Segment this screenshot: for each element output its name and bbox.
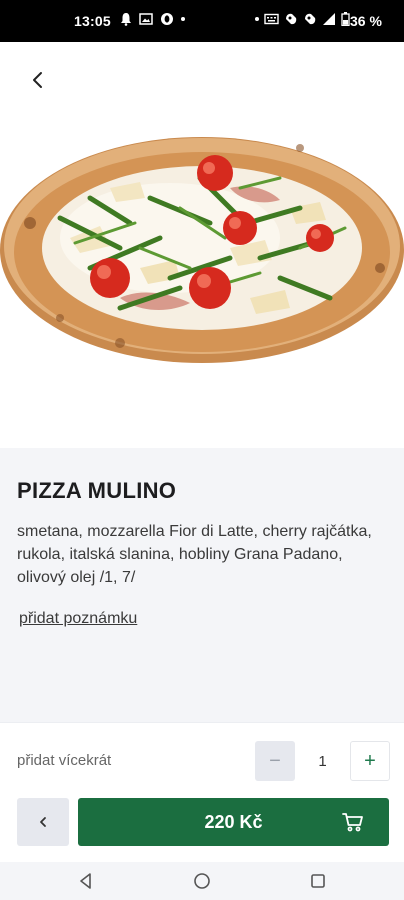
- circle-o-icon: [161, 13, 173, 25]
- battery-percentage: 36 %: [350, 13, 382, 29]
- image-icon: [139, 13, 153, 25]
- quantity-value: 1: [318, 752, 327, 770]
- back-triangle-icon[interactable]: [76, 871, 96, 891]
- add-note-link[interactable]: přidat poznámku: [19, 610, 137, 628]
- product-description: smetana, mozzarella Fior di Latte, cherr…: [17, 523, 372, 586]
- add-multiple-label: přidat vícekrát: [17, 752, 112, 769]
- home-circle-icon[interactable]: [192, 871, 212, 891]
- pizza-photo: [0, 137, 404, 363]
- dot-icon: [181, 17, 185, 21]
- status-bar: 13:05 36 %: [0, 0, 404, 42]
- system-navigation-bar: [0, 862, 404, 900]
- product-image-area: [0, 42, 404, 448]
- plus-icon: +: [364, 749, 376, 772]
- chevron-left-icon: [40, 817, 46, 827]
- battery-icon: [341, 12, 350, 26]
- status-time: 13:05: [74, 13, 111, 29]
- notification-bell-icon: [121, 13, 131, 26]
- minus-icon: −: [269, 749, 281, 772]
- dot-icon: [255, 17, 259, 21]
- app-icon: [305, 13, 316, 25]
- add-to-cart-price: 220 Kč: [204, 811, 263, 832]
- status-icons-left: [120, 12, 185, 26]
- recents-square-icon[interactable]: [308, 871, 328, 891]
- add-to-cart-button[interactable]: 220 Kč: [78, 798, 389, 846]
- chevron-left-icon[interactable]: [24, 66, 52, 94]
- product-title: PIZZA MULINO: [17, 478, 177, 503]
- back-button[interactable]: [17, 798, 69, 846]
- status-icons-right: [255, 12, 350, 26]
- keyboard-icon: [264, 13, 279, 25]
- quantity-decrease-button[interactable]: −: [255, 741, 295, 781]
- cart-icon: [342, 813, 363, 832]
- signal-icon: [323, 13, 335, 25]
- quantity-increase-button[interactable]: +: [350, 741, 390, 781]
- app-icon: [286, 13, 297, 25]
- bottom-action-panel: přidat vícekrát − 1 + 220 Kč: [0, 722, 404, 863]
